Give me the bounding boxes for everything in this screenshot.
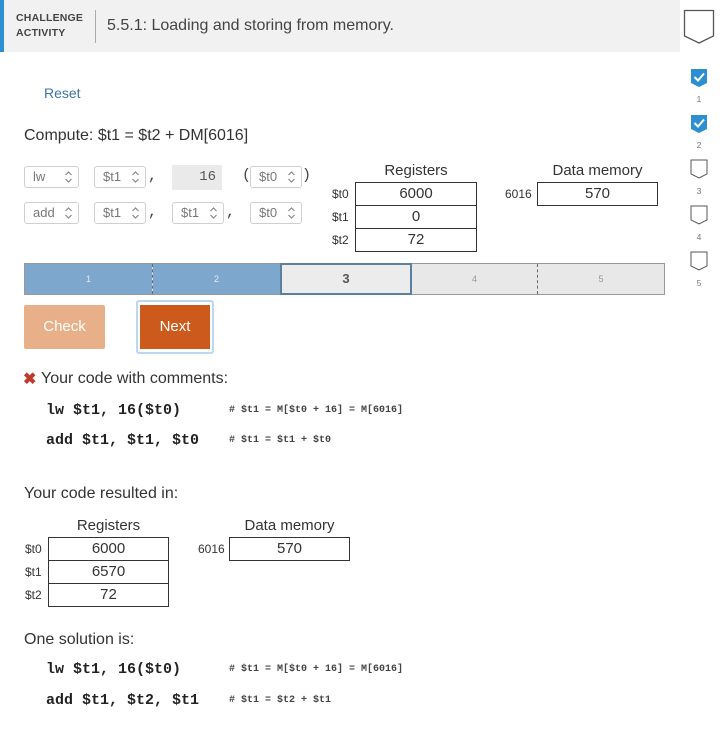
- memory-address: 6016: [505, 187, 532, 201]
- level-4-badge-icon[interactable]: [690, 205, 708, 230]
- select-value: $t1: [103, 205, 122, 220]
- comma: ,: [148, 168, 158, 185]
- register-value: 0: [355, 205, 477, 229]
- step-1[interactable]: 1: [25, 264, 152, 294]
- next-button[interactable]: Next: [140, 305, 210, 349]
- close-paren: ): [302, 167, 312, 184]
- select-arrows-icon: [132, 171, 139, 183]
- feedback-title: Your code with comments:: [41, 370, 229, 387]
- compute-instruction: Compute: $t1 = $t2 + DM[6016]: [24, 127, 249, 144]
- select-arrows-icon: [132, 207, 139, 219]
- select-value: $t1: [103, 169, 122, 184]
- level-3-badge-icon[interactable]: [690, 159, 708, 184]
- solution-code-comment: # $t1 = $t2 + $t1: [229, 695, 332, 706]
- level-5-badge-icon[interactable]: [690, 251, 708, 276]
- solution-code-line: lw $t1, 16($t0): [46, 661, 182, 678]
- register-value: 72: [48, 583, 169, 607]
- memory-value: 570: [229, 537, 350, 561]
- register-label: $t2: [332, 233, 349, 247]
- reset-link[interactable]: Reset: [44, 85, 81, 101]
- register-label: $t0: [332, 187, 349, 201]
- data-memory-title: Data memory: [552, 162, 643, 179]
- level-number: 4: [696, 232, 702, 242]
- registers-title: Registers: [384, 162, 448, 179]
- line1-rs-select[interactable]: $t0: [250, 166, 302, 188]
- level-1-check-icon[interactable]: [690, 68, 708, 93]
- register-label: $t1: [25, 565, 42, 579]
- step-progress-bar: 1 2 4 5 3: [24, 263, 665, 295]
- step-3-current[interactable]: 3: [280, 263, 412, 295]
- register-value: 6000: [355, 182, 477, 206]
- register-label: $t1: [332, 210, 349, 224]
- header-divider: [95, 10, 96, 43]
- result-registers-title: Registers: [76, 517, 141, 534]
- feedback-code-comment: # $t1 = $t1 + $t0: [229, 435, 332, 446]
- level-number: 5: [696, 278, 702, 288]
- register-value: 72: [355, 228, 477, 252]
- register-value: 6570: [48, 560, 169, 584]
- step-5[interactable]: 5: [538, 264, 664, 294]
- line2-rd-select[interactable]: $t1: [94, 202, 146, 224]
- level-number: 3: [696, 186, 702, 196]
- register-value: 6000: [48, 537, 169, 561]
- step-4[interactable]: 4: [412, 264, 537, 294]
- challenge-label-line1: CHALLENGE: [16, 12, 84, 24]
- level-number: 2: [696, 140, 702, 150]
- solution-code-comment: # $t1 = M[$t0 + 16] = M[6016]: [229, 664, 404, 675]
- comma: ,: [148, 204, 158, 221]
- line2-rs-select[interactable]: $t1: [172, 202, 224, 224]
- solution-title: One solution is:: [24, 631, 135, 648]
- result-data-memory-title: Data memory: [244, 517, 335, 534]
- select-arrows-icon: [65, 207, 72, 219]
- line1-opcode-select[interactable]: lw: [24, 166, 79, 188]
- memory-address: 6016: [198, 542, 225, 556]
- register-label: $t0: [25, 542, 42, 556]
- select-value: $t0: [259, 169, 278, 184]
- select-value: $t1: [181, 205, 200, 220]
- comma: ,: [226, 204, 236, 221]
- challenge-label-line2: ACTIVITY: [16, 27, 66, 39]
- select-value: lw: [33, 169, 46, 184]
- select-value: $t0: [259, 205, 278, 220]
- line2-rt-select[interactable]: $t0: [250, 202, 302, 224]
- level-2-check-icon[interactable]: [690, 114, 708, 139]
- challenge-activity-label: CHALLENGE ACTIVITY: [16, 11, 83, 41]
- select-arrows-icon: [288, 171, 295, 183]
- feedback-code-line: lw $t1, 16($t0): [46, 402, 182, 419]
- check-button[interactable]: Check: [24, 305, 105, 349]
- select-arrows-icon: [65, 171, 72, 183]
- step-2[interactable]: 2: [153, 264, 280, 294]
- line2-opcode-select[interactable]: add: [24, 202, 79, 224]
- result-title: Your code resulted in:: [24, 485, 179, 502]
- solution-code-line: add $t1, $t2, $t1: [46, 692, 200, 709]
- register-label: $t2: [25, 588, 42, 602]
- feedback-code-comment: # $t1 = M[$t0 + 16] = M[6016]: [229, 405, 404, 416]
- level-number: 1: [696, 94, 702, 104]
- line1-rt-select[interactable]: $t1: [94, 166, 146, 188]
- select-arrows-icon: [288, 207, 295, 219]
- line1-immediate-input[interactable]: 16: [172, 165, 222, 190]
- completion-badge-icon: [683, 9, 715, 50]
- feedback-code-line: add $t1, $t1, $t0: [46, 432, 200, 449]
- select-value: add: [33, 205, 55, 220]
- activity-title: 5.5.1: Loading and storing from memory.: [107, 17, 394, 34]
- error-x-icon: ✖: [23, 371, 37, 388]
- memory-value: 570: [537, 182, 658, 206]
- select-arrows-icon: [210, 207, 217, 219]
